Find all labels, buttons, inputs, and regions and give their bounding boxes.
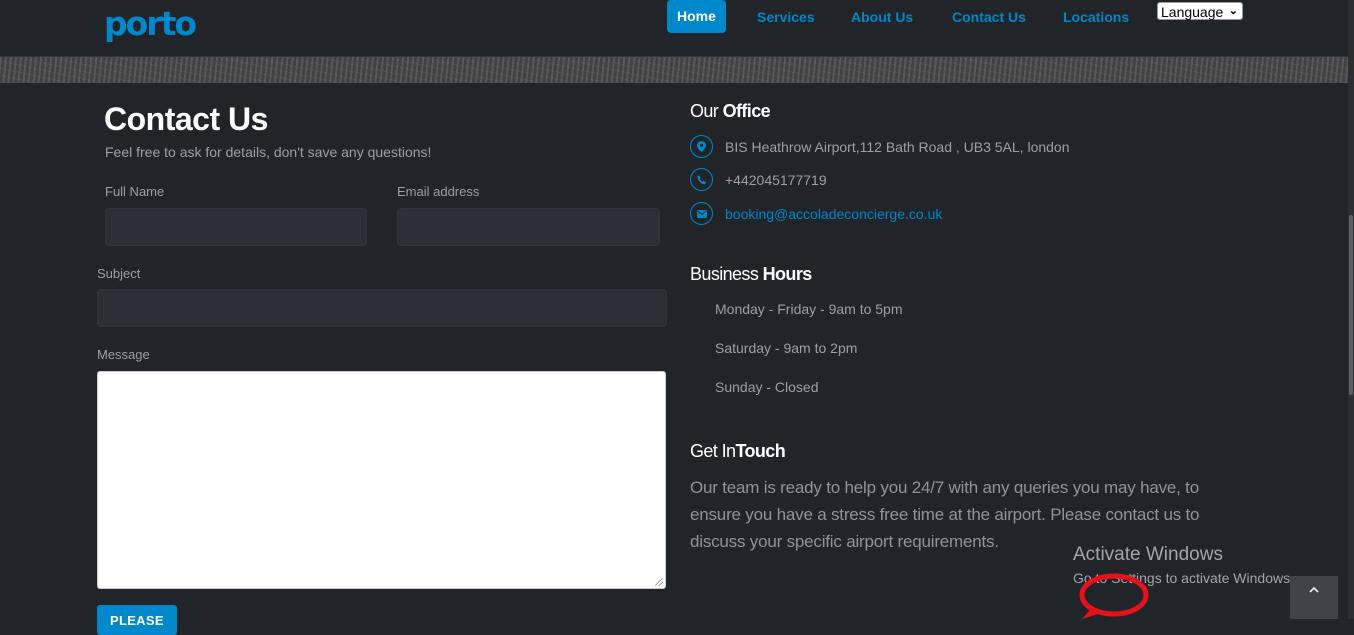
subject-label: Subject — [97, 266, 141, 281]
office-email-link[interactable]: booking@accoladeconcierge.co.uk — [725, 206, 942, 222]
touch-paragraph: Our team is ready to help you 24/7 with … — [690, 478, 1200, 551]
office-heading: Our Office — [690, 101, 771, 122]
hours-heading-light: Business — [690, 264, 763, 284]
resize-handle-icon[interactable] — [655, 578, 663, 586]
hero-image-strip — [0, 57, 1354, 83]
nav-services[interactable]: Services — [757, 0, 815, 33]
hours-item: Monday - Friday - 9am to 5pm — [715, 301, 903, 317]
office-email-row: booking@accoladeconcierge.co.uk — [690, 201, 942, 226]
nav-home[interactable]: Home — [667, 0, 726, 33]
nav-services-link[interactable]: Services — [757, 9, 815, 25]
office-address: BIS Heathrow Airport,112 Bath Road , UB3… — [725, 138, 1070, 155]
nav-about-us[interactable]: About Us — [851, 0, 913, 33]
scrollbar-thumb[interactable] — [1349, 215, 1353, 395]
touch-heading: Get InTouch — [690, 441, 786, 462]
windows-activation-title: Activate Windows — [1073, 544, 1223, 565]
page-title: Contact Us — [104, 101, 268, 137]
chat-bubble-icon[interactable] — [1078, 568, 1152, 624]
office-heading-light: Our — [690, 101, 723, 121]
full-name-label: Full Name — [105, 184, 165, 199]
hours-item: Sunday - Closed — [715, 379, 819, 395]
subject-input[interactable] — [97, 289, 667, 327]
nav-contact-us-link[interactable]: Contact Us — [952, 9, 1026, 25]
full-name-input[interactable] — [105, 208, 367, 246]
touch-heading-bold: Touch — [735, 441, 786, 461]
nav-home-link[interactable]: Home — [667, 0, 726, 33]
map-marker-icon — [690, 135, 713, 158]
email-input[interactable] — [397, 208, 660, 246]
touch-heading-light: Get In — [690, 441, 736, 461]
message-textarea[interactable] — [97, 371, 666, 589]
chevron-up-icon — [1309, 586, 1319, 593]
nav-about-us-link[interactable]: About Us — [851, 9, 913, 25]
office-address-row: BIS Heathrow Airport,112 Bath Road , UB3… — [690, 134, 1070, 159]
office-heading-bold: Office — [722, 101, 771, 121]
header: porto Home Services About Us Contact Us … — [0, 0, 1354, 57]
language-select-value: Language — [1161, 4, 1224, 20]
chevron-down-icon: ⌄ — [1228, 5, 1238, 17]
hours-heading-bold: Hours — [762, 264, 813, 284]
page-scrollbar[interactable] — [1348, 0, 1354, 619]
page-subtitle: Feel free to ask for details, don't save… — [105, 144, 432, 160]
email-label: Email address — [397, 184, 480, 199]
phone-icon — [690, 168, 713, 191]
language-select[interactable]: Language ⌄ — [1157, 2, 1243, 20]
message-label: Message — [97, 347, 150, 362]
logo[interactable]: porto — [104, 4, 197, 44]
hours-heading: Business Hours — [690, 264, 812, 285]
office-phone: +442045177719 — [725, 171, 827, 188]
nav-locations-link[interactable]: Locations — [1063, 9, 1129, 25]
scroll-to-top-button[interactable] — [1290, 576, 1338, 619]
envelope-icon — [690, 202, 713, 225]
nav-locations[interactable]: Locations — [1063, 0, 1129, 33]
hours-item: Saturday - 9am to 2pm — [715, 340, 858, 356]
submit-button[interactable]: PLEASE — [97, 605, 177, 635]
nav-contact-us[interactable]: Contact Us — [952, 0, 1026, 33]
office-phone-row: +442045177719 — [690, 167, 827, 192]
